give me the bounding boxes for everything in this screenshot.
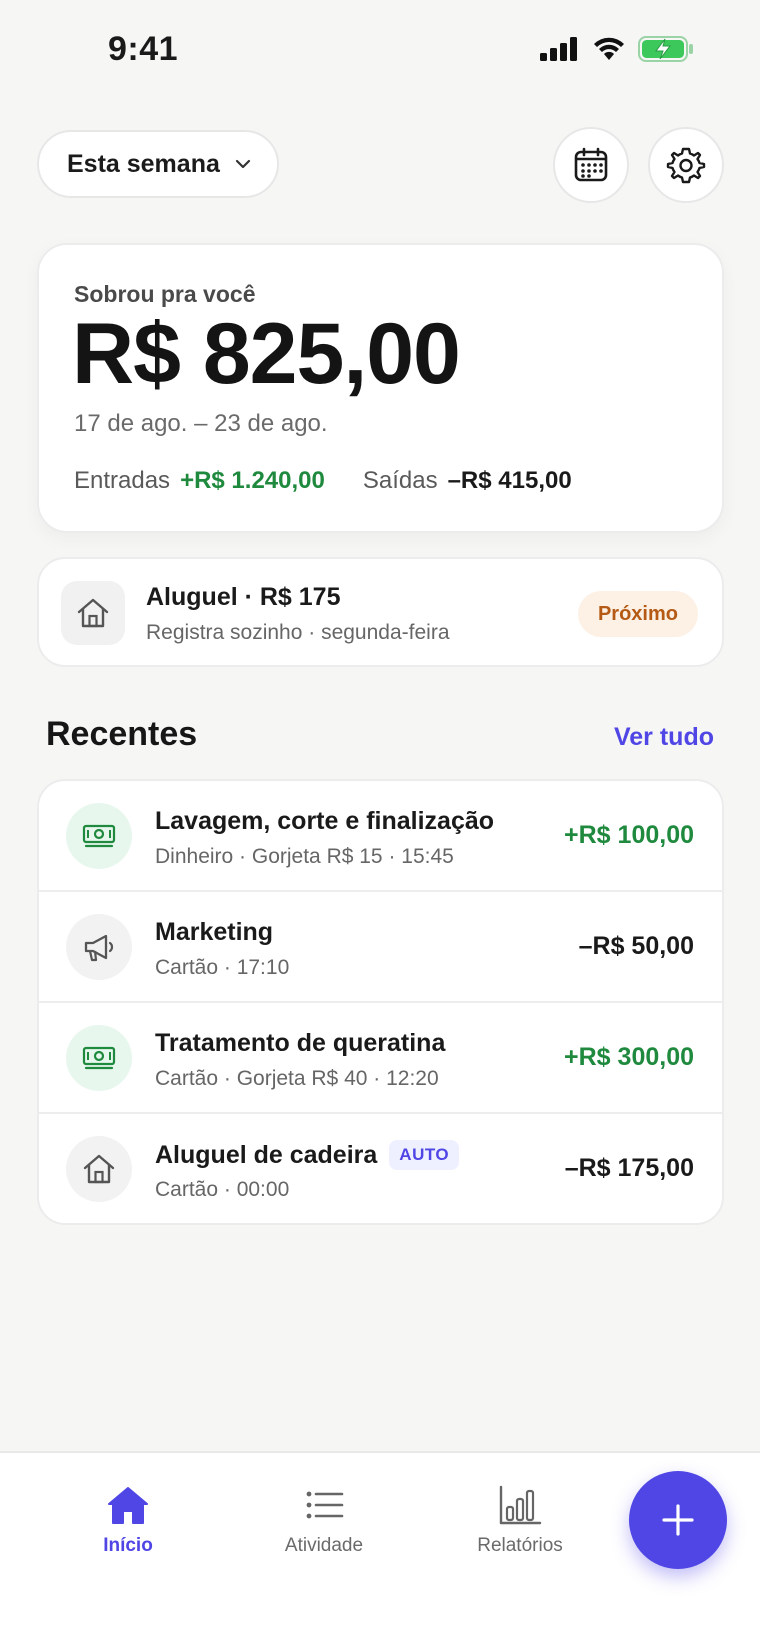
- calendar-icon: [574, 147, 608, 182]
- transaction-title-text: Lavagem, corte e finalização: [155, 807, 495, 835]
- recent-transactions-list: Lavagem, corte e finalização Dinheiro · …: [37, 779, 724, 1225]
- cash-icon: [82, 1046, 116, 1070]
- auto-badge: AUTO: [389, 1140, 460, 1170]
- list-icon: [306, 1491, 344, 1519]
- income-value: +R$ 1.240,00: [180, 467, 325, 494]
- transaction-subtitle: Cartão · 00:00: [155, 1178, 290, 1201]
- cash-icon: [82, 824, 116, 848]
- summary-label: Sobrou pra você: [74, 281, 256, 307]
- recent-section-title: Recentes: [46, 715, 198, 753]
- expense-label: Saídas: [362, 467, 438, 494]
- upcoming-status-badge: Próximo: [577, 591, 698, 637]
- bar-chart-icon: [499, 1485, 542, 1525]
- nav-home-label: Início: [103, 1535, 153, 1556]
- transaction-amount: –R$ 175,00: [564, 1154, 694, 1182]
- transaction-amount: +R$ 100,00: [564, 821, 694, 849]
- transaction-title-text: Tratamento de queratina: [155, 1029, 446, 1057]
- summary-card: Sobrou pra você R$ 825,00 17 de ago. – 2…: [37, 243, 724, 533]
- upcoming-recurring-card[interactable]: Aluguel · R$ 175 Registra sozinho · segu…: [37, 557, 724, 667]
- transaction-icon-wrap: [66, 1025, 132, 1091]
- nav-home[interactable]: Início: [63, 1485, 193, 1557]
- transaction-title-text: Marketing: [155, 918, 274, 946]
- status-time: 9:41: [108, 30, 179, 68]
- transaction-subtitle: Dinheiro · Gorjeta R$ 15 · 15:45: [155, 845, 454, 868]
- transaction-amount: +R$ 300,00: [564, 1043, 694, 1071]
- nav-activity-label: Atividade: [284, 1535, 364, 1556]
- nav-reports[interactable]: Relatórios: [455, 1485, 585, 1557]
- transaction-row[interactable]: Lavagem, corte e finalização Dinheiro · …: [39, 781, 722, 892]
- transaction-amount: –R$ 50,00: [578, 932, 694, 960]
- transaction-icon-wrap: [66, 803, 132, 869]
- chevron-down-icon: [235, 159, 250, 169]
- transaction-row[interactable]: Tratamento de queratina Cartão · Gorjeta…: [39, 1003, 722, 1114]
- calendar-button[interactable]: [553, 127, 629, 203]
- transaction-subtitle: Cartão · Gorjeta R$ 40 · 12:20: [155, 1067, 439, 1090]
- nav-reports-label: Relatórios: [477, 1535, 563, 1556]
- transaction-row[interactable]: Marketing Cartão · 17:10 –R$ 50,00: [39, 892, 722, 1003]
- transaction-title: Lavagem, corte e finalização: [155, 807, 494, 836]
- upcoming-subtitle: Registra sozinho · segunda-feira: [146, 621, 450, 644]
- transaction-icon-wrap: [66, 1136, 132, 1202]
- megaphone-icon: [84, 934, 114, 962]
- nav-activity[interactable]: Atividade: [259, 1485, 389, 1557]
- summary-amount: R$ 825,00: [72, 306, 461, 402]
- plus-icon: [662, 1504, 694, 1536]
- period-label: Esta semana: [67, 149, 220, 178]
- status-bar: 9:41: [0, 0, 760, 100]
- battery-charging-icon: [638, 36, 693, 62]
- signal-icon: [540, 37, 577, 61]
- income-label: Entradas: [74, 467, 171, 494]
- home-icon: [83, 1154, 115, 1184]
- transaction-title-text: Aluguel de cadeira: [155, 1140, 378, 1169]
- add-transaction-button[interactable]: [629, 1471, 727, 1569]
- settings-button[interactable]: [648, 127, 724, 203]
- transaction-title: Tratamento de queratina: [155, 1029, 445, 1058]
- period-selector[interactable]: Esta semana: [37, 130, 279, 198]
- summary-date-range: 17 de ago. – 23 de ago.: [74, 410, 328, 437]
- gear-icon: [666, 147, 706, 184]
- wifi-icon: [594, 37, 624, 60]
- bottom-nav: Início Atividade Relatórios: [0, 1451, 760, 1647]
- expense-value: –R$ 415,00: [447, 467, 572, 494]
- upcoming-title: Aluguel · R$ 175: [146, 583, 341, 611]
- transaction-icon-wrap: [66, 914, 132, 980]
- transaction-row[interactable]: Aluguel de cadeira AUTO Cartão · 00:00 –…: [39, 1114, 722, 1223]
- transaction-title: Marketing: [155, 918, 273, 947]
- home-icon: [108, 1487, 148, 1524]
- status-icons: [540, 36, 694, 62]
- transaction-subtitle: Cartão · 17:10: [155, 956, 290, 979]
- summary-flows: Entradas +R$ 1.240,00 Saídas –R$ 415,00: [74, 467, 572, 495]
- transaction-title: Aluguel de cadeira AUTO: [155, 1140, 460, 1170]
- see-all-link[interactable]: Ver tudo: [614, 723, 714, 752]
- home-icon: [77, 598, 109, 628]
- upcoming-icon-wrap: [61, 581, 125, 645]
